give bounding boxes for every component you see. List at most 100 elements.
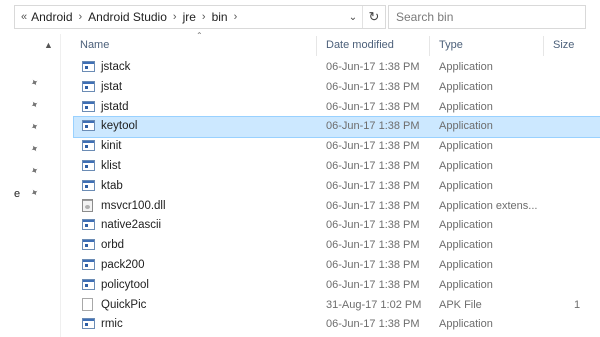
- file-row[interactable]: policytool 06-Jun-17 1:38 PM Application: [74, 276, 600, 296]
- file-date-modified: 06-Jun-17 1:38 PM: [326, 179, 420, 192]
- breadcrumb-jre[interactable]: jre: [183, 10, 196, 24]
- file-row[interactable]: jstack 06-Jun-17 1:38 PM Application: [74, 58, 600, 78]
- file-type: Application: [439, 318, 493, 331]
- file-type: Application: [439, 159, 493, 172]
- pin-icon[interactable]: ✦: [29, 99, 42, 113]
- file-row[interactable]: native2ascii 06-Jun-17 1:38 PM Application: [74, 216, 600, 236]
- breadcrumb-android-studio[interactable]: Android Studio: [88, 10, 167, 24]
- file-row[interactable]: jstat 06-Jun-17 1:38 PM Application: [74, 78, 600, 98]
- column-size[interactable]: Size: [553, 39, 574, 51]
- column-name[interactable]: Name: [80, 39, 109, 51]
- application-icon: [82, 239, 95, 251]
- breadcrumb-android[interactable]: Android: [31, 10, 72, 24]
- pin-icon[interactable]: ✦: [29, 121, 42, 135]
- file-name: native2ascii: [101, 219, 162, 232]
- column-type[interactable]: Type: [439, 39, 463, 51]
- column-divider[interactable]: [429, 36, 430, 56]
- column-divider[interactable]: [543, 36, 544, 56]
- column-header: ⌃ Name Date modified Type Size: [63, 31, 600, 56]
- nav-item-label[interactable]: e: [14, 188, 20, 200]
- application-icon: [82, 140, 95, 152]
- file-row[interactable]: kinit 06-Jun-17 1:38 PM Application: [74, 137, 600, 157]
- file-size: 1: [574, 298, 581, 311]
- file-type: Application: [439, 278, 493, 291]
- file-name: policytool: [101, 278, 149, 291]
- file-name: pack200: [101, 258, 145, 271]
- address-bar[interactable]: « Android › Android Studio › jre › bin ›…: [14, 5, 386, 29]
- application-icon: [82, 61, 95, 72]
- refresh-icon[interactable]: ↻: [362, 6, 385, 28]
- dll-file-icon: [82, 198, 93, 212]
- breadcrumb-overflow[interactable]: «: [21, 11, 27, 23]
- breadcrumb-separator-icon[interactable]: ›: [173, 11, 177, 23]
- search-box[interactable]: Search bin: [388, 5, 586, 29]
- file-type: Application: [439, 219, 493, 232]
- file-name: ktab: [101, 179, 123, 192]
- file-name: msvcr100.dll: [101, 199, 166, 212]
- file-type: Application: [439, 80, 493, 93]
- pane-divider: [60, 34, 61, 337]
- breadcrumb-separator-icon[interactable]: ›: [79, 11, 83, 23]
- file-row[interactable]: msvcr100.dll 06-Jun-17 1:38 PM Application…: [74, 197, 600, 217]
- file-date-modified: 06-Jun-17 1:38 PM: [326, 239, 420, 252]
- application-icon: [82, 318, 95, 330]
- search-input[interactable]: Search bin: [389, 10, 453, 24]
- file-type: Application: [439, 140, 493, 153]
- file-date-modified: 06-Jun-17 1:38 PM: [326, 258, 420, 271]
- file-date-modified: 06-Jun-17 1:38 PM: [326, 140, 420, 153]
- scroll-up-icon[interactable]: ▲: [44, 40, 53, 50]
- file-name: jstatd: [101, 100, 129, 113]
- address-toolbar: « Android › Android Studio › jre › bin ›…: [0, 0, 600, 34]
- column-divider[interactable]: [316, 36, 317, 56]
- file-type: Application: [439, 239, 493, 252]
- file-row[interactable]: orbd 06-Jun-17 1:38 PM Application: [74, 236, 600, 256]
- file-row[interactable]: keytool 06-Jun-17 1:38 PM Application: [73, 116, 600, 139]
- application-icon: [82, 120, 95, 132]
- file-row[interactable]: rmic 06-Jun-17 1:38 PM Application: [74, 315, 600, 335]
- file-date-modified: 06-Jun-17 1:38 PM: [326, 318, 420, 331]
- pin-icon[interactable]: ✦: [29, 165, 42, 179]
- file-name: rmic: [101, 318, 123, 331]
- apk-file-icon: [82, 297, 93, 311]
- file-row[interactable]: pack200 06-Jun-17 1:38 PM Application: [74, 256, 600, 276]
- file-date-modified: 06-Jun-17 1:38 PM: [326, 219, 420, 232]
- breadcrumb-separator-icon[interactable]: ›: [234, 11, 238, 23]
- file-date-modified: 06-Jun-17 1:38 PM: [326, 61, 420, 73]
- application-icon: [82, 100, 95, 112]
- file-name: keytool: [101, 120, 138, 133]
- column-date-modified[interactable]: Date modified: [326, 39, 394, 51]
- application-icon: [82, 80, 95, 92]
- application-icon: [82, 258, 95, 270]
- file-name: jstat: [101, 80, 123, 93]
- file-date-modified: 06-Jun-17 1:38 PM: [326, 159, 420, 172]
- breadcrumb-separator-icon[interactable]: ›: [202, 11, 206, 23]
- sort-ascending-icon: ⌃: [196, 31, 203, 40]
- file-name: jstack: [101, 61, 131, 73]
- application-icon: [82, 179, 95, 191]
- pin-icon[interactable]: ✦: [29, 143, 42, 157]
- breadcrumb: « Android › Android Studio › jre › bin ›: [15, 10, 344, 24]
- application-icon: [82, 278, 95, 290]
- file-type: Application: [439, 100, 493, 113]
- pin-icon[interactable]: ✦: [29, 77, 42, 91]
- file-type: Application: [439, 179, 493, 192]
- file-row[interactable]: jstatd 06-Jun-17 1:38 PM Application: [74, 98, 600, 118]
- chevron-down-icon[interactable]: ⌄: [344, 12, 362, 23]
- file-type: Application: [439, 120, 493, 133]
- file-name: QuickPic: [101, 298, 147, 311]
- navigation-pane: ▲ ✦ ✦ ✦ ✦ ✦ ✦ e: [0, 34, 63, 337]
- breadcrumb-bin[interactable]: bin: [212, 10, 228, 24]
- file-date-modified: 06-Jun-17 1:38 PM: [326, 80, 420, 93]
- file-date-modified: 06-Jun-17 1:38 PM: [326, 120, 420, 133]
- file-date-modified: 06-Jun-17 1:38 PM: [326, 278, 420, 291]
- file-type: Application extens...: [439, 199, 538, 212]
- file-type: Application: [439, 61, 493, 73]
- file-date-modified: 06-Jun-17 1:38 PM: [326, 100, 420, 113]
- file-row[interactable]: QuickPic 31-Aug-17 1:02 PM APK File 1: [74, 296, 600, 316]
- file-name: orbd: [101, 239, 125, 252]
- pin-icon[interactable]: ✦: [29, 187, 42, 201]
- file-row[interactable]: ktab 06-Jun-17 1:38 PM Application: [74, 177, 600, 197]
- file-date-modified: 31-Aug-17 1:02 PM: [326, 298, 422, 311]
- file-name: klist: [101, 159, 121, 172]
- file-row[interactable]: klist 06-Jun-17 1:38 PM Application: [74, 157, 600, 177]
